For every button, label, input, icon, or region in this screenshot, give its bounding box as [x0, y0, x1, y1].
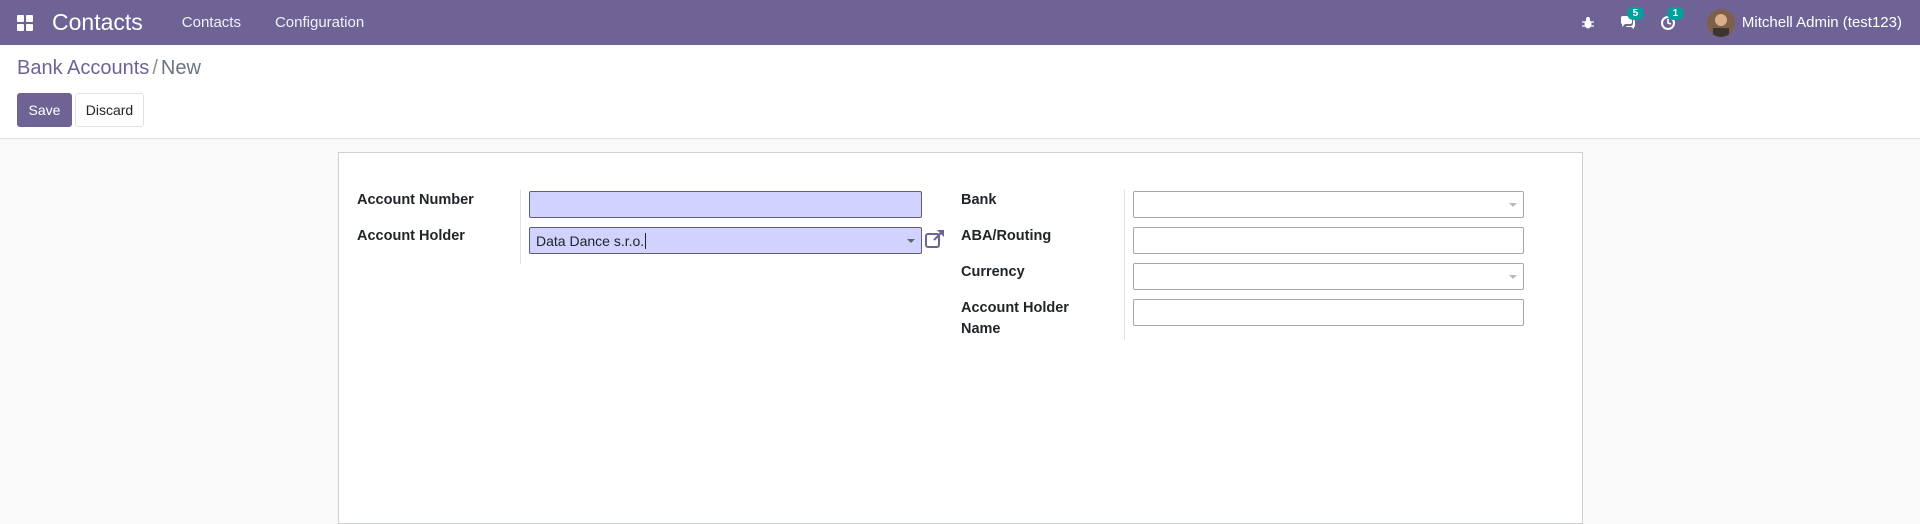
right-group-divider	[1124, 190, 1125, 340]
account-number-input[interactable]	[529, 191, 922, 218]
account-holder-name-input[interactable]	[1133, 299, 1524, 326]
account-holder-select[interactable]: Data Dance s.r.o.	[529, 227, 922, 254]
chevron-down-icon[interactable]	[1509, 203, 1517, 207]
user-name: Mitchell Admin (test123)	[1741, 14, 1902, 31]
account-holder-name-label: Account Holder Name	[961, 298, 1069, 340]
aba-routing-input[interactable]	[1133, 227, 1524, 254]
control-panel: Bank Accounts / New Save Discard	[0, 45, 1920, 139]
currency-select[interactable]	[1133, 263, 1524, 290]
currency-label: Currency	[961, 264, 1025, 280]
left-group-divider	[520, 190, 521, 264]
navbar-systray: 5 1 Mitchell Admin (test123)	[1565, 0, 1902, 45]
aba-routing-label: ABA/Routing	[961, 228, 1052, 244]
debug-bug-icon[interactable]	[1571, 0, 1605, 45]
breadcrumb-bank-accounts[interactable]: Bank Accounts	[17, 57, 149, 79]
chevron-down-icon[interactable]	[1509, 275, 1517, 279]
breadcrumb: Bank Accounts / New	[17, 57, 201, 80]
menu-configuration[interactable]: Configuration	[275, 14, 364, 31]
app-name[interactable]: Contacts	[52, 9, 143, 36]
account-holder-label: Account Holder	[357, 228, 465, 244]
discard-button[interactable]: Discard	[75, 93, 144, 127]
bank-label: Bank	[961, 192, 997, 208]
bank-select[interactable]	[1133, 191, 1524, 218]
form-sheet: Account Number Account Holder Data Dance…	[338, 152, 1583, 524]
text-cursor	[645, 232, 647, 249]
breadcrumb-current: New	[160, 57, 201, 79]
account-holder-name-label-line2: Name	[961, 321, 1001, 337]
activities-clock-icon[interactable]: 1	[1651, 0, 1685, 45]
user-menu[interactable]: Mitchell Admin (test123)	[1706, 8, 1902, 37]
apps-menu-icon[interactable]	[0, 0, 50, 45]
external-link-icon[interactable]	[924, 228, 946, 253]
account-number-label: Account Number	[357, 192, 474, 208]
chevron-down-icon[interactable]	[907, 239, 915, 243]
user-avatar	[1706, 8, 1735, 37]
messages-badge: 5	[1626, 7, 1644, 20]
messages-icon[interactable]: 5	[1611, 0, 1645, 45]
breadcrumb-separator: /	[152, 57, 158, 79]
save-button[interactable]: Save	[17, 93, 72, 127]
account-holder-name-label-line1: Account Holder	[961, 300, 1069, 316]
account-holder-value: Data Dance s.r.o.	[536, 232, 645, 249]
menu-contacts[interactable]: Contacts	[182, 14, 241, 31]
main-navbar: Contacts Contacts Configuration 5 1 Mitc…	[0, 0, 1920, 45]
activities-badge: 1	[1666, 7, 1684, 20]
